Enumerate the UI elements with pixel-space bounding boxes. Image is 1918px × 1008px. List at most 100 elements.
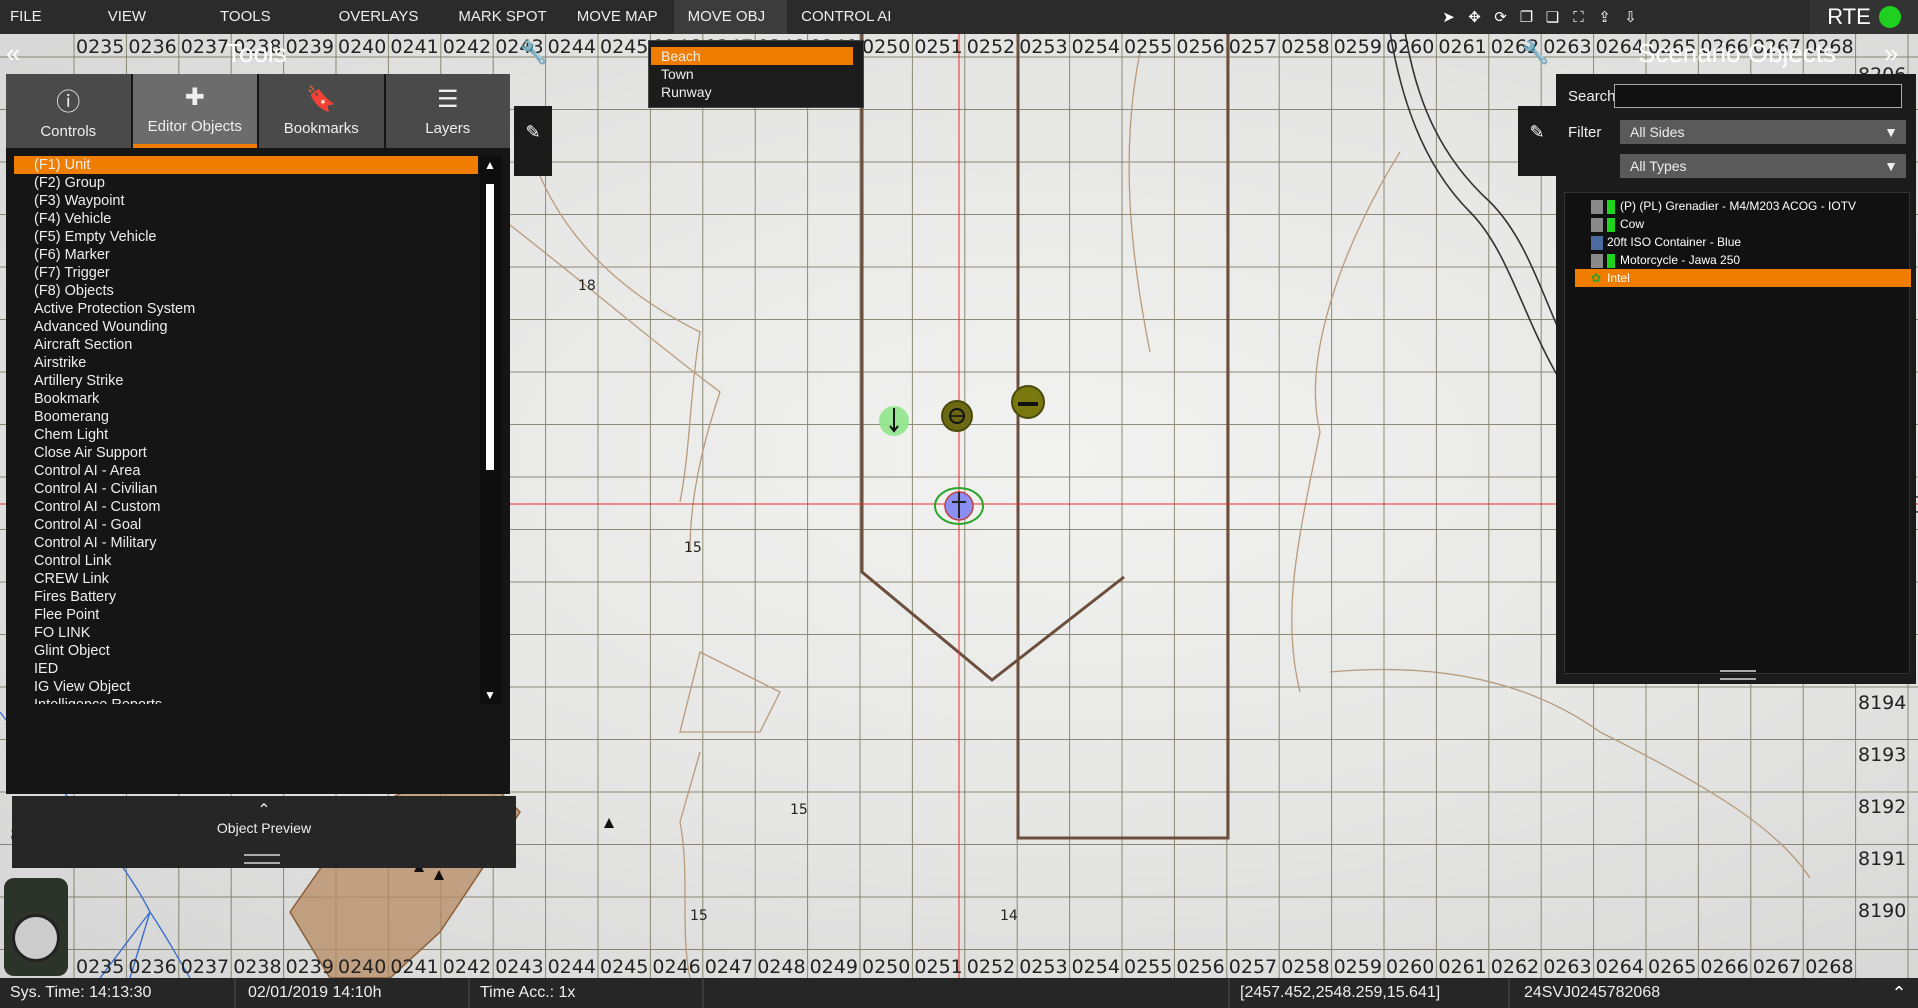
- menu-mark-spot[interactable]: MARK SPOT: [444, 0, 562, 34]
- list-item[interactable]: Flee Point: [14, 606, 478, 624]
- collapse-left-icon[interactable]: «: [6, 38, 20, 69]
- list-item[interactable]: Bookmark: [14, 390, 478, 408]
- intel-marker[interactable]: [934, 487, 984, 525]
- side-color-icon: [1607, 217, 1615, 232]
- menu-file[interactable]: FILE: [0, 0, 94, 34]
- list-item[interactable]: Control AI - Area: [14, 462, 478, 480]
- scroll-down-icon[interactable]: ▼: [484, 688, 496, 702]
- list-item[interactable]: Control AI - Civilian: [14, 480, 478, 498]
- list-item[interactable]: (F1) Unit: [14, 156, 478, 174]
- copy-icon[interactable]: ❐: [1518, 9, 1535, 26]
- import-icon[interactable]: ⇩: [1622, 9, 1639, 26]
- unit-green-marker[interactable]: [879, 406, 909, 436]
- grid-label-y: 8194: [1858, 692, 1907, 714]
- menu-view[interactable]: VIEW: [94, 0, 206, 34]
- tree-item-container[interactable]: 20ft ISO Container - Blue: [1591, 233, 1741, 251]
- list-item[interactable]: (F8) Objects: [14, 282, 478, 300]
- list-item[interactable]: Fires Battery: [14, 588, 478, 606]
- menu-control-ai[interactable]: CONTROL AI: [787, 0, 905, 34]
- dropdown-item-runway[interactable]: Runway: [651, 83, 853, 101]
- wrench-icon[interactable]: 🔧: [520, 40, 547, 66]
- grid-label-x: 0263: [1543, 956, 1592, 978]
- scroll-up-icon[interactable]: ▲: [484, 158, 496, 172]
- tree-item-label: (P) (PL) Grenadier - M4/M203 ACOG - IOTV: [1620, 199, 1857, 213]
- list-item[interactable]: Advanced Wounding: [14, 318, 478, 336]
- list-scrollbar[interactable]: ▲ ▼: [480, 156, 502, 704]
- list-item[interactable]: (F6) Marker: [14, 246, 478, 264]
- list-item[interactable]: Chem Light: [14, 426, 478, 444]
- list-item[interactable]: Boomerang: [14, 408, 478, 426]
- grid-label-x: 0259: [1333, 36, 1382, 58]
- tab-layers[interactable]: ☰ Layers: [385, 74, 510, 148]
- list-item[interactable]: Artillery Strike: [14, 372, 478, 390]
- list-item[interactable]: (F4) Vehicle: [14, 210, 478, 228]
- search-input[interactable]: [1614, 84, 1902, 108]
- filter-types-value: All Types: [1630, 158, 1687, 174]
- list-item[interactable]: IED: [14, 660, 478, 678]
- grid-label-x: 0259: [1333, 956, 1382, 978]
- grid-label-x: 0255: [1124, 36, 1173, 58]
- list-item[interactable]: (F3) Waypoint: [14, 192, 478, 210]
- scroll-thumb[interactable]: [486, 184, 494, 470]
- left-edit-tab[interactable]: ✎: [514, 106, 552, 176]
- filter-sides-select[interactable]: All Sides ▼: [1620, 120, 1906, 144]
- refresh-icon[interactable]: ⟳: [1492, 9, 1509, 26]
- list-item[interactable]: (F7) Trigger: [14, 264, 478, 282]
- tab-bookmarks[interactable]: 🔖 Bookmarks: [259, 74, 384, 148]
- move-icon[interactable]: ✥: [1466, 9, 1483, 26]
- expand-icon[interactable]: ⌃: [1880, 983, 1918, 1004]
- grid-label-x: 0249: [809, 956, 858, 978]
- filter-types-select[interactable]: All Types ▼: [1620, 154, 1906, 178]
- tree-item-cow[interactable]: Cow: [1591, 215, 1644, 233]
- list-item[interactable]: Aircraft Section: [14, 336, 478, 354]
- paste-icon[interactable]: ❏: [1544, 9, 1561, 26]
- tab-controls[interactable]: ⓘ Controls: [6, 74, 131, 148]
- plus-icon: ✚: [184, 84, 205, 111]
- list-item[interactable]: Intelligence Reports: [14, 696, 478, 704]
- unit-vehicle-marker[interactable]: [941, 400, 973, 432]
- menu-overlays[interactable]: OVERLAYS: [325, 0, 445, 34]
- list-item[interactable]: Glint Object: [14, 642, 478, 660]
- list-item[interactable]: FO LINK: [14, 624, 478, 642]
- resize-handle-icon[interactable]: [1720, 670, 1756, 680]
- tree-item-motorcycle[interactable]: Motorcycle - Jawa 250: [1591, 251, 1740, 269]
- export-icon[interactable]: ⇪: [1596, 9, 1613, 26]
- resize-handle-icon[interactable]: [244, 854, 280, 864]
- list-item[interactable]: IG View Object: [14, 678, 478, 696]
- compass-icon[interactable]: [4, 878, 68, 976]
- layers-icon: ☰: [436, 86, 459, 113]
- right-edit-tab[interactable]: ✎: [1518, 106, 1556, 176]
- menu-move-map[interactable]: MOVE MAP: [563, 0, 674, 34]
- tree-item-intel[interactable]: ✿ Intel: [1575, 269, 1911, 287]
- editor-objects-list[interactable]: (F1) Unit (F2) Group (F3) Waypoint (F4) Veh…: [14, 156, 478, 704]
- tab-editor-objects[interactable]: ✚ Editor Objects: [132, 74, 257, 148]
- menu-tools[interactable]: TOOLS: [206, 0, 325, 34]
- list-item[interactable]: (F5) Empty Vehicle: [14, 228, 478, 246]
- list-item[interactable]: Control AI - Goal: [14, 516, 478, 534]
- list-item[interactable]: Control AI - Military: [14, 534, 478, 552]
- list-item[interactable]: (F2) Group: [14, 174, 478, 192]
- list-item[interactable]: Close Air Support: [14, 444, 478, 462]
- menu-move-obj[interactable]: MOVE OBJ: [673, 0, 788, 34]
- grid-label-x: 0240: [338, 36, 387, 58]
- cursor-icon[interactable]: ➤: [1440, 9, 1457, 26]
- expand-up-icon[interactable]: ⌃: [12, 800, 516, 820]
- tree-item-grenadier[interactable]: (P) (PL) Grenadier - M4/M203 ACOG - IOTV: [1591, 197, 1856, 215]
- tab-label: Layers: [425, 120, 471, 137]
- dropdown-item-beach[interactable]: Beach: [651, 47, 853, 65]
- unit-container-marker[interactable]: [1011, 385, 1045, 419]
- intel-icon: ✿: [1591, 271, 1602, 285]
- list-item[interactable]: CREW Link: [14, 570, 478, 588]
- list-item[interactable]: Airstrike: [14, 354, 478, 372]
- grid-label-x: 0264: [1595, 956, 1644, 978]
- fullscreen-icon[interactable]: ⛶: [1570, 9, 1587, 26]
- grid-label-x: 0237: [180, 956, 230, 978]
- collapse-right-icon[interactable]: »: [1884, 38, 1898, 69]
- grid-label-x: 0242: [442, 956, 492, 978]
- grid-label-x: 0258: [1281, 956, 1330, 978]
- list-item[interactable]: Control Link: [14, 552, 478, 570]
- dropdown-item-town[interactable]: Town: [651, 65, 853, 83]
- list-item[interactable]: Active Protection System: [14, 300, 478, 318]
- list-item[interactable]: Control AI - Custom: [14, 498, 478, 516]
- wrench-icon[interactable]: 🔧: [1522, 40, 1549, 66]
